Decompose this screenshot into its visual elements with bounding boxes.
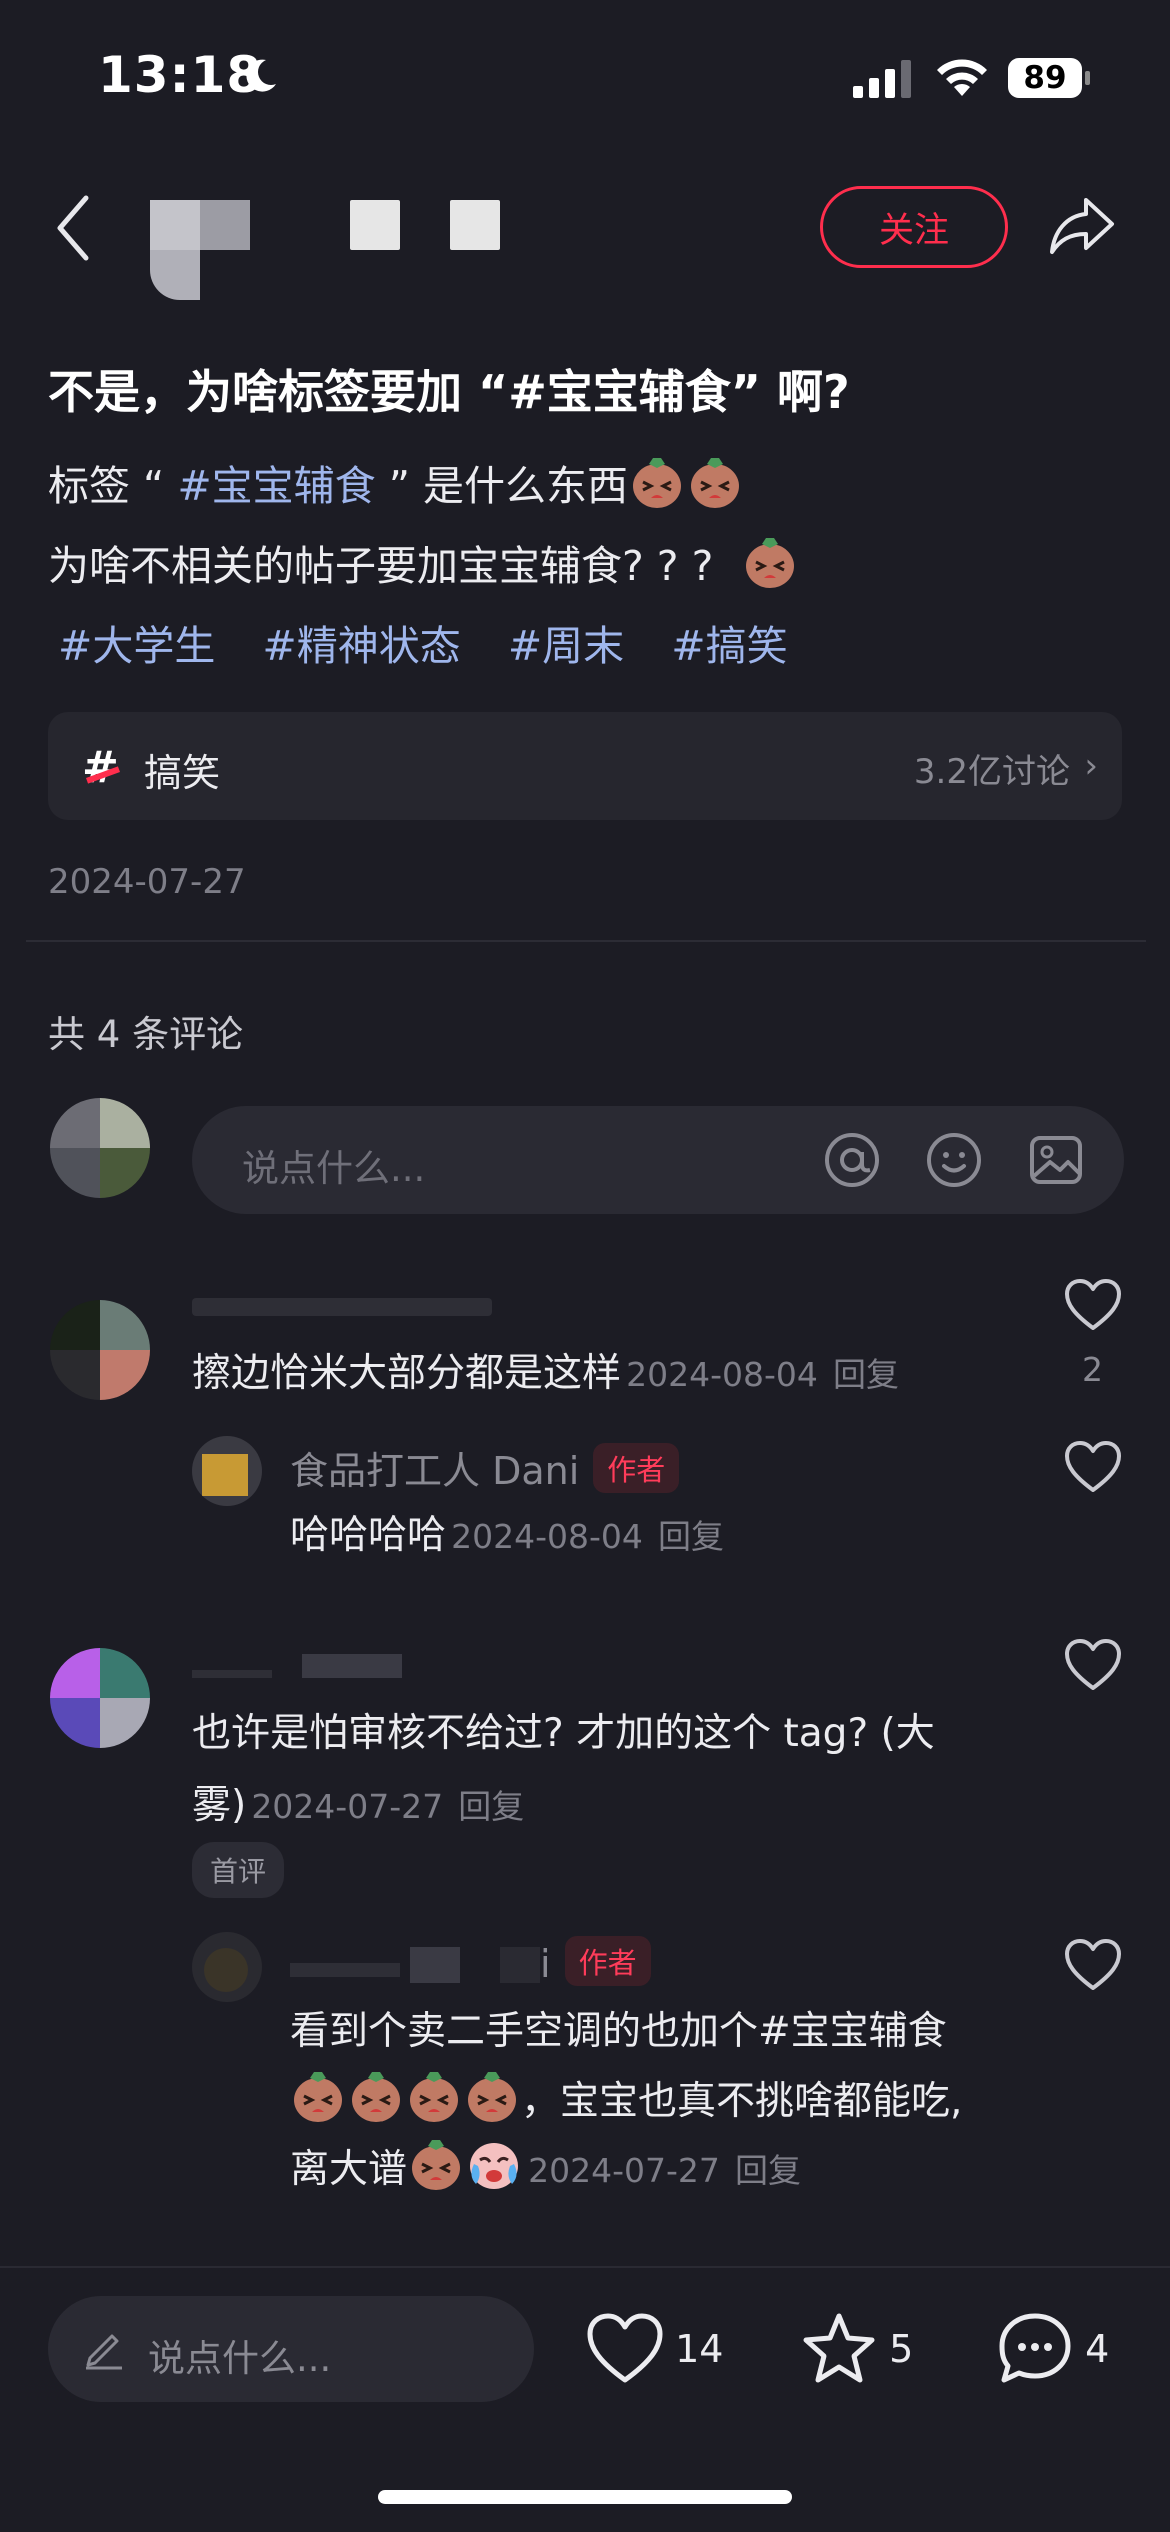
- reply: 看到个卖二手空调的也加个#宝宝辅食 ，宝宝也真不挑啥都能吃, 离大谱 2024-…: [290, 2000, 962, 2194]
- author-badge: 作者: [564, 1936, 651, 1986]
- post-text: ” 是什么东西: [375, 462, 628, 510]
- status-time: 13:18: [98, 46, 263, 104]
- comment-total: 4: [1085, 2327, 1110, 2371]
- dizzy-face-emoji-icon: [294, 2072, 342, 2122]
- bottom-divider: [0, 2266, 1170, 2268]
- reply-author-name: 食品打工人 Dani: [290, 1449, 580, 1493]
- bottom-comment-input[interactable]: 说点什么...: [48, 2296, 534, 2402]
- tag-link[interactable]: #周末: [508, 622, 624, 670]
- heart-icon[interactable]: [1064, 1440, 1122, 1494]
- dizzy-face-emoji-icon: [746, 538, 795, 588]
- reply-date: 2024-08-04: [451, 1517, 643, 1556]
- tag-link[interactable]: #精神状态: [262, 622, 460, 670]
- post-text: 标签 “: [48, 462, 178, 510]
- comment-input-placeholder: 说点什么...: [242, 1147, 426, 1190]
- reply-button[interactable]: 回复: [735, 2151, 801, 2190]
- comment: 擦边恰米大部分都是这样 2024-08-04 回复: [192, 1342, 899, 1398]
- topic-card[interactable]: # 搞笑 3.2亿讨论 ›: [48, 712, 1122, 820]
- star-icon: [803, 2313, 875, 2383]
- author-name-blurred-2[interactable]: [450, 200, 500, 250]
- my-avatar: [50, 1098, 150, 1198]
- topic-label: 搞笑: [144, 751, 221, 795]
- signal-icon: [853, 60, 911, 98]
- inline-hashtag[interactable]: #宝宝辅食: [177, 462, 375, 510]
- heart-icon[interactable]: [1064, 1938, 1122, 1992]
- chevron-right-icon: ›: [1084, 746, 1098, 786]
- commenter-avatar[interactable]: [50, 1648, 150, 1748]
- reply-button[interactable]: 回复: [658, 1517, 724, 1556]
- collect-total: 5: [889, 2327, 914, 2371]
- battery-level: 89: [1023, 60, 1067, 96]
- heart-icon: [587, 2313, 663, 2383]
- reply-author[interactable]: i 作者: [290, 1936, 651, 1986]
- image-icon[interactable]: [1026, 1130, 1086, 1190]
- dizzy-face-emoji-icon: [412, 2140, 461, 2190]
- reply-text: 看到个卖二手空调的也加个#宝宝辅食: [290, 2009, 947, 2054]
- follow-button[interactable]: 关注: [820, 186, 1008, 268]
- reply: 哈哈哈哈 2024-08-04 回复: [290, 1504, 724, 1560]
- post-date: 2024-07-27: [48, 862, 246, 902]
- like-button[interactable]: 14: [586, 2310, 723, 2388]
- dizzy-face-emoji-icon: [410, 2072, 458, 2122]
- wifi-icon: [937, 59, 987, 96]
- bottom-input-placeholder: 说点什么...: [148, 2337, 332, 2380]
- comment: 也许是怕审核不给过? 才加的这个 tag? (大 雾) 2024-07-27 回…: [192, 1702, 935, 1830]
- author-badge: 作者: [593, 1443, 680, 1493]
- post-title: 不是，为啥标签要加 “#宝宝辅食” 啊?: [48, 365, 850, 419]
- comment-text: 雾): [192, 1783, 247, 1828]
- post-body-line-2: 为啥不相关的帖子要加宝宝辅食? ? ?: [48, 532, 799, 592]
- like-count: 2: [1082, 1350, 1103, 1389]
- reply-avatar[interactable]: [192, 1932, 262, 2002]
- home-indicator[interactable]: [378, 2490, 792, 2504]
- divider: [26, 940, 1146, 942]
- back-button[interactable]: [50, 190, 100, 266]
- author-name-blurred[interactable]: [350, 200, 400, 250]
- reply-button[interactable]: 回复: [458, 1787, 524, 1826]
- heart-icon[interactable]: [1064, 1278, 1122, 1332]
- author-avatar[interactable]: [150, 200, 250, 300]
- tag-link[interactable]: #搞笑: [671, 622, 787, 670]
- reply-text: 哈哈哈哈: [290, 1513, 447, 1558]
- reply-text: ，宝宝也真不挑啥都能吃,: [521, 2079, 963, 2124]
- battery-indicator: 89: [1007, 56, 1091, 100]
- reply-date: 2024-07-27: [528, 2151, 720, 2190]
- pencil-icon: [86, 2334, 122, 2370]
- hashtag-icon: #: [82, 742, 121, 793]
- post-tags: #大学生 #精神状态 #周末 #搞笑: [58, 612, 822, 672]
- dizzy-face-emoji-icon: [468, 2072, 516, 2122]
- first-comment-badge: 首评: [192, 1842, 285, 1898]
- post-body-line-1: 标签 “ #宝宝辅食 ” 是什么东西: [48, 452, 744, 512]
- crying-face-emoji-icon: [470, 2143, 519, 2189]
- topic-discussion-count: 3.2亿讨论: [913, 752, 1070, 792]
- reply-avatar[interactable]: [192, 1436, 262, 1506]
- reply-button[interactable]: 回复: [833, 1355, 899, 1394]
- commenter-name-blurred[interactable]: [192, 1646, 402, 1687]
- dizzy-face-emoji-icon: [690, 458, 739, 508]
- comment-date: 2024-07-27: [251, 1787, 444, 1826]
- dizzy-face-emoji-icon: [352, 2072, 400, 2122]
- commenter-avatar[interactable]: [50, 1300, 150, 1400]
- comment-count: 共 4 条评论: [48, 1013, 244, 1056]
- heart-icon[interactable]: [1064, 1638, 1122, 1692]
- comment-text: 也许是怕审核不给过? 才加的这个 tag? (大: [192, 1711, 935, 1756]
- moon-icon: [246, 59, 276, 92]
- tag-link[interactable]: #大学生: [58, 622, 215, 670]
- reply-text: 离大谱: [290, 2147, 408, 2192]
- comment-text: 擦边恰米大部分都是这样: [192, 1351, 622, 1396]
- comment-button[interactable]: 4: [996, 2310, 1109, 2388]
- comment-date: 2024-08-04: [626, 1355, 818, 1394]
- reply-author-name: i: [540, 1942, 551, 1986]
- emoji-icon[interactable]: [924, 1130, 984, 1190]
- like-total: 14: [675, 2327, 724, 2371]
- comment-input[interactable]: 说点什么...: [192, 1106, 1124, 1214]
- mention-icon[interactable]: [822, 1130, 882, 1190]
- collect-button[interactable]: 5: [800, 2310, 913, 2388]
- share-icon[interactable]: [1046, 190, 1118, 262]
- dizzy-face-emoji-icon: [632, 458, 681, 508]
- post-text: 为啥不相关的帖子要加宝宝辅食? ? ?: [48, 542, 714, 590]
- reply-author[interactable]: 食品打工人 Dani 作者: [290, 1440, 680, 1495]
- comment-bubble-icon: [999, 2313, 1071, 2383]
- commenter-name-blurred[interactable]: [192, 1284, 492, 1325]
